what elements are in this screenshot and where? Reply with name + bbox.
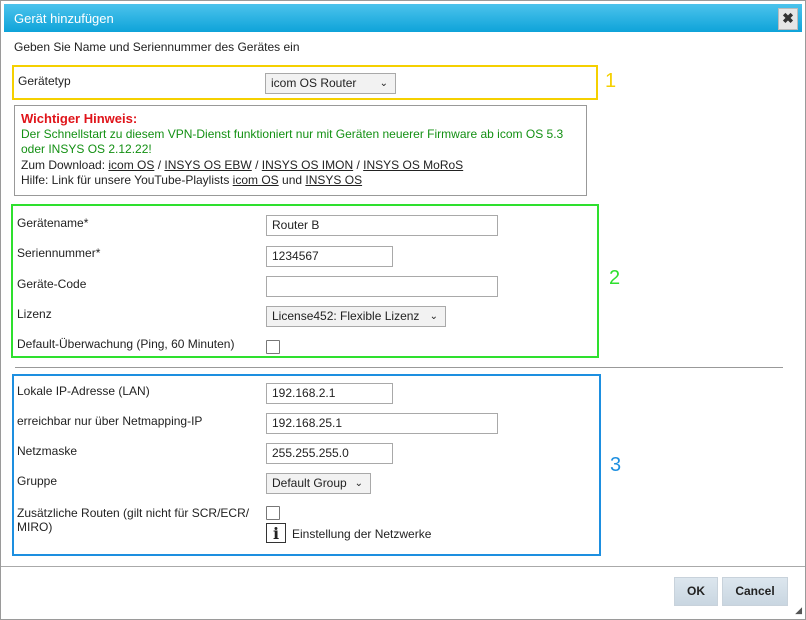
divider [15,367,783,368]
device-code-label: Geräte-Code [17,277,87,291]
device-code-input[interactable] [266,276,498,297]
help-line: Hilfe: Link für unsere YouTube-Playlists… [21,173,586,189]
notice-message: Der Schnellstart zu diesem VPN-Dienst fu… [21,126,564,157]
add-device-dialog: Gerät hinzufügen ✖ Geben Sie Name und Se… [0,0,806,620]
dialog-title: Gerät hinzufügen [14,11,114,26]
license-label: Lizenz [17,307,52,321]
section-2-number: 2 [609,267,621,289]
separator: / [251,157,262,172]
chevron-down-icon: ⌄ [379,78,388,89]
download-prefix: Zum Download: [21,157,109,172]
close-icon[interactable]: ✖ [778,8,798,30]
device-type-value: icom OS Router [271,76,357,90]
chevron-down-icon: ⌄ [429,311,438,322]
group-value: Default Group [272,476,347,490]
resize-grip-icon[interactable]: ◢ [795,605,802,616]
device-name-label: Gerätename* [17,216,89,230]
netmask-input[interactable]: 255.255.255.0 [266,443,393,464]
notice-heading: Wichtiger Hinweis: [21,111,138,126]
monitoring-checkbox[interactable] [266,340,280,354]
intro-text: Geben Sie Name und Seriennummer des Gerä… [14,40,300,54]
netmapping-ip-label: erreichbar nur über Netmapping-IP [17,414,203,428]
license-value: License452: Flexible Lizenz [272,309,420,323]
separator: / [154,157,165,172]
additional-routes-label: Zusätzliche Routen (gilt nicht für SCR/E… [17,506,250,534]
help-link-icom-os[interactable]: icom OS [233,173,279,187]
local-ip-label: Lokale IP-Adresse (LAN) [17,384,150,398]
serial-number-input[interactable]: 1234567 [266,246,393,267]
local-ip-input[interactable]: 192.168.2.1 [266,383,393,404]
ok-button[interactable]: OK [674,577,718,606]
section-3-number: 3 [610,454,622,476]
chevron-down-icon: ⌄ [354,478,363,489]
info-icon[interactable]: i [266,523,286,543]
serial-number-label: Seriennummer* [17,246,101,260]
help-prefix: Hilfe: Link für unsere YouTube-Playlists [21,173,233,187]
download-line: Zum Download: icom OS / INSYS OS EBW / I… [21,158,586,174]
download-link-insys-os-imon[interactable]: INSYS OS IMON [262,158,353,172]
footer-divider [1,566,805,567]
group-label: Gruppe [17,474,58,488]
download-link-icom-os[interactable]: icom OS [108,158,154,172]
dialog-titlebar[interactable]: Gerät hinzufügen ✖ [4,4,802,32]
netmask-label: Netzmaske [17,444,78,458]
network-settings-link[interactable]: Einstellung der Netzwerke [292,527,431,541]
separator: / [353,157,364,172]
device-type-select[interactable]: icom OS Router ⌄ [265,73,396,94]
section-1-number: 1 [605,70,617,92]
important-notice: Wichtiger Hinweis: Der Schnellstart zu d… [14,105,587,196]
license-select[interactable]: License452: Flexible Lizenz ⌄ [266,306,446,327]
monitoring-label: Default-Überwachung (Ping, 60 Minuten) [17,337,235,351]
netmapping-ip-input[interactable]: 192.168.25.1 [266,413,498,434]
help-joiner: und [278,173,306,187]
download-link-insys-os-ebw[interactable]: INSYS OS EBW [164,158,251,172]
device-type-label: Gerätetyp [18,74,71,88]
cancel-button[interactable]: Cancel [722,577,788,606]
group-select[interactable]: Default Group ⌄ [266,473,371,494]
download-link-insys-os-moros[interactable]: INSYS OS MoRoS [363,158,463,172]
device-name-input[interactable]: Router B [266,215,498,236]
help-link-insys-os[interactable]: INSYS OS [305,173,362,187]
additional-routes-checkbox[interactable] [266,506,280,520]
